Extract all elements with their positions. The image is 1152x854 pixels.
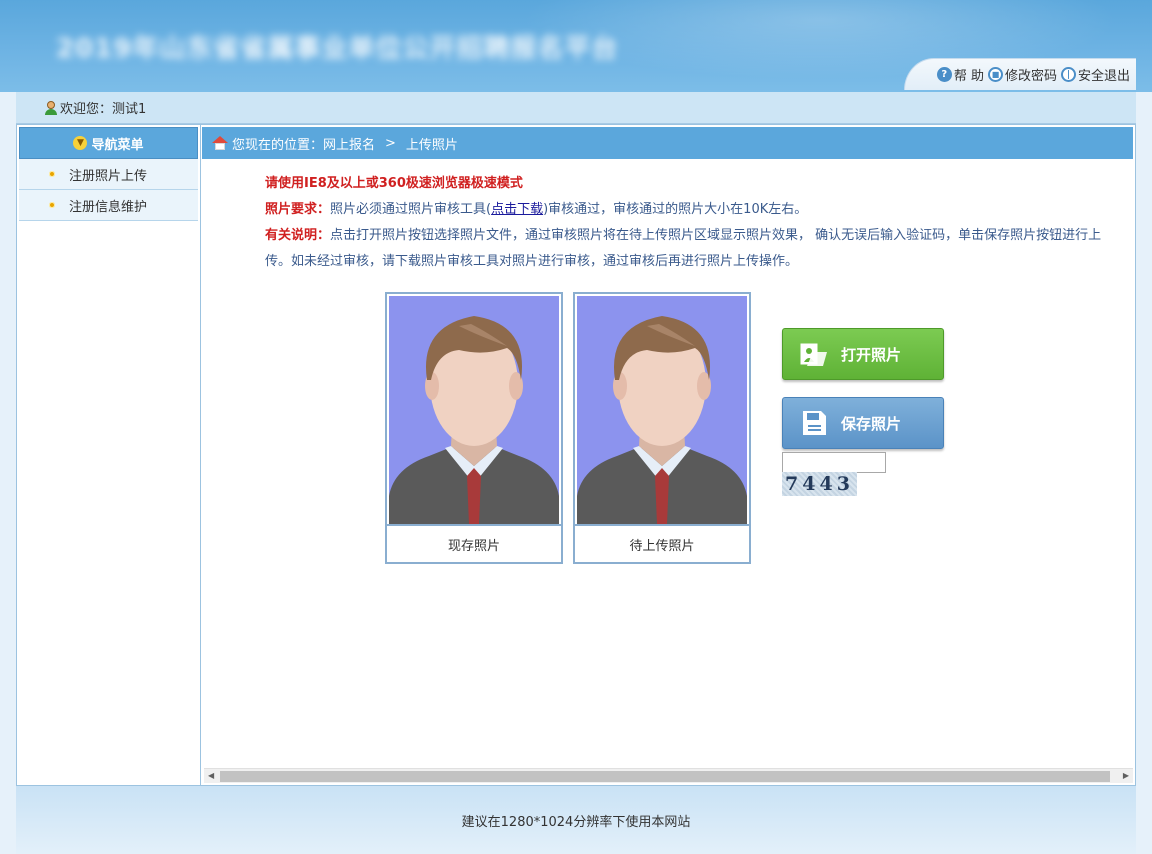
scroll-left-icon[interactable]: ◀ bbox=[208, 771, 214, 780]
main-frame: ▼ 导航菜单 注册照片上传 注册信息维护 您现在的位置：网上报名 > 上传照片 … bbox=[16, 124, 1136, 786]
chevron-down-icon: ▼ bbox=[73, 136, 88, 150]
change-password-label: 修改密码 bbox=[1004, 69, 1057, 84]
current-photo-card: 现存照片 bbox=[385, 292, 563, 564]
photo-req-text1: 照片必须通过照片审核工具( bbox=[330, 202, 492, 217]
change-password-link[interactable]: ■ 修改密码 bbox=[987, 65, 1057, 84]
sidebar: ▼ 导航菜单 注册照片上传 注册信息维护 bbox=[17, 125, 201, 785]
save-disk-icon bbox=[799, 409, 829, 437]
captcha-code: 7443 bbox=[785, 473, 854, 495]
content-area: 您现在的位置：网上报名 > 上传照片 请使用IE8及以上或360极速浏览器极速模… bbox=[202, 125, 1135, 785]
site-footer: 建议在1280*1024分辨率下使用本网站 bbox=[16, 786, 1136, 854]
sidebar-item-info-maintenance[interactable]: 注册信息维护 bbox=[19, 190, 198, 221]
sidebar-item-label: 注册信息维护 bbox=[69, 199, 148, 215]
photo-requirement: 照片要求：照片必须通过照片审核工具(点击下载)审核通过，审核通过的照片大小在10… bbox=[265, 197, 1120, 223]
breadcrumb-separator: > bbox=[385, 135, 396, 151]
avatar-placeholder-icon bbox=[389, 316, 559, 524]
scrollbar-thumb[interactable] bbox=[220, 771, 1110, 782]
download-tool-link[interactable]: 点击下载 bbox=[491, 202, 543, 217]
sidebar-item-photo-upload[interactable]: 注册照片上传 bbox=[19, 159, 198, 190]
avatar-placeholder-icon bbox=[577, 316, 747, 524]
power-icon: | bbox=[1060, 67, 1076, 82]
welcome-bar: 欢迎您：测试1 bbox=[16, 92, 1136, 124]
footer-text: 建议在1280*1024分辨率下使用本网站 bbox=[461, 814, 691, 830]
save-photo-button[interactable]: 保存照片 bbox=[782, 397, 944, 449]
logout-label: 安全退出 bbox=[1077, 69, 1130, 84]
captcha-input[interactable] bbox=[782, 452, 886, 473]
open-photo-label: 打开照片 bbox=[841, 345, 902, 364]
lock-icon: ■ bbox=[987, 67, 1003, 82]
home-icon bbox=[212, 136, 228, 150]
nav-menu-header: ▼ 导航菜单 bbox=[19, 127, 198, 159]
explain-label: 有关说明： bbox=[265, 228, 331, 243]
current-photo bbox=[389, 296, 559, 524]
save-photo-label: 保存照片 bbox=[841, 414, 902, 433]
notice-block: 请使用IE8及以上或360极速浏览器极速模式 照片要求：照片必须通过照片审核工具… bbox=[265, 171, 1120, 275]
bullet-icon bbox=[49, 202, 55, 208]
horizontal-scrollbar[interactable]: ◀ ▶ bbox=[204, 768, 1133, 783]
pending-photo bbox=[577, 296, 747, 524]
open-photo-button[interactable]: 打开照片 bbox=[782, 328, 944, 380]
explanation: 有关说明：点击打开照片按钮选择照片文件，通过审核照片将在待上传照片区域显示照片效… bbox=[265, 223, 1120, 275]
current-photo-caption: 现存照片 bbox=[387, 524, 561, 562]
captcha-image[interactable]: 7443 bbox=[782, 472, 857, 496]
scroll-right-icon[interactable]: ▶ bbox=[1123, 771, 1129, 780]
bullet-icon bbox=[49, 171, 55, 177]
pending-photo-caption: 待上传照片 bbox=[575, 524, 749, 562]
header-tools: ? 帮 助 ■ 修改密码 | 安全退出 bbox=[904, 58, 1136, 90]
photo-req-text2: )审核通过，审核通过的照片大小在10K左右。 bbox=[543, 202, 808, 217]
browser-tip: 请使用IE8及以上或360极速浏览器极速模式 bbox=[265, 176, 523, 191]
site-header: 2019年山东省省属事业单位公开招聘报名平台 ? 帮 助 ■ 修改密码 | 安全… bbox=[0, 0, 1152, 92]
sidebar-item-label: 注册照片上传 bbox=[69, 168, 148, 184]
logout-link[interactable]: | 安全退出 bbox=[1060, 65, 1130, 84]
photo-req-label: 照片要求： bbox=[265, 202, 331, 217]
open-folder-icon bbox=[799, 340, 829, 368]
nav-menu-title: 导航菜单 bbox=[91, 137, 144, 153]
welcome-text: 欢迎您：测试1 bbox=[60, 102, 147, 117]
help-label: 帮 助 bbox=[953, 69, 984, 84]
site-title: 2019年山东省省属事业单位公开招聘报名平台 bbox=[56, 34, 619, 64]
breadcrumb-current: 上传照片 bbox=[405, 137, 458, 153]
pending-photo-card: 待上传照片 bbox=[573, 292, 751, 564]
breadcrumb-prefix: 您现在的位置：网上报名 bbox=[232, 137, 376, 153]
help-link[interactable]: ? 帮 助 bbox=[936, 65, 984, 84]
user-icon bbox=[44, 100, 58, 115]
breadcrumb: 您现在的位置：网上报名 > 上传照片 bbox=[202, 127, 1133, 159]
explain-text: 点击打开照片按钮选择照片文件，通过审核照片将在待上传照片区域显示照片效果， 确认… bbox=[265, 228, 1102, 269]
help-icon: ? bbox=[936, 67, 952, 82]
